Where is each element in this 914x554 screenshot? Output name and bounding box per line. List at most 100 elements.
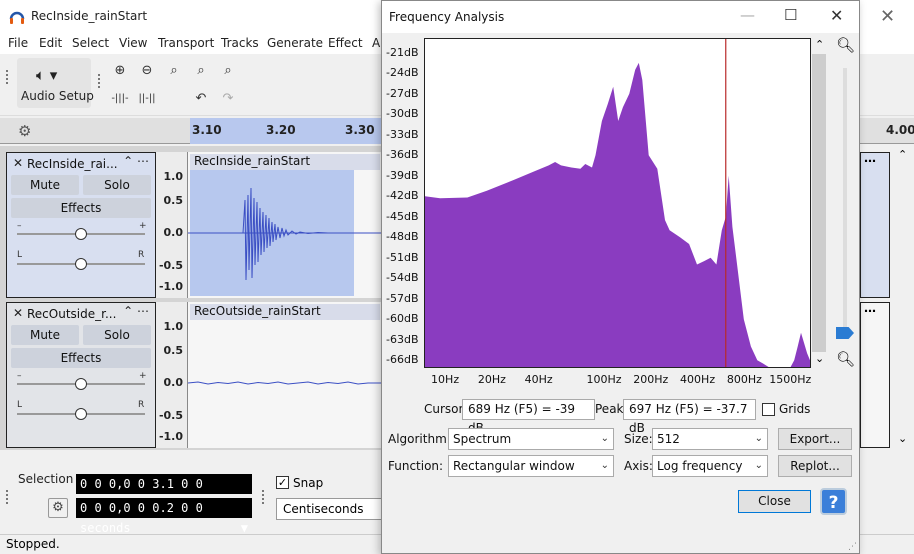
menu-tracks[interactable]: Tracks [221, 36, 259, 50]
timeline-settings-icon[interactable]: ⚙ [18, 122, 31, 140]
y-tick-label: -51dB [386, 250, 419, 264]
minimize-icon[interactable]: — [740, 6, 755, 24]
fit-project-icon[interactable]: ⌕ [190, 60, 212, 82]
x-tick-label: 200Hz [633, 373, 669, 386]
zoom-out-icon[interactable]: ⊖ [136, 60, 158, 82]
toolbar-grip[interactable] [262, 490, 266, 504]
track-menu-icon[interactable]: ⌃ ⋯ [123, 154, 149, 168]
clip-title[interactable]: RecInside_rainStart [190, 154, 380, 170]
zoom-in-icon[interactable]: 🔍︎ [836, 36, 855, 54]
snap-unit-select[interactable]: Centiseconds [276, 498, 382, 520]
track2-right-edge [860, 302, 890, 448]
trim-audio-icon[interactable]: -|||- [109, 88, 131, 110]
replot-button[interactable]: Replot... [778, 455, 852, 477]
y-tick-label: -63dB [386, 332, 419, 346]
effects-button[interactable]: Effects [11, 198, 151, 218]
toolbar-grip[interactable] [6, 490, 10, 504]
undo-icon[interactable]: ↶ [190, 88, 212, 110]
y-tick-label: -36dB [386, 148, 419, 162]
pan-left-label: L [17, 250, 23, 260]
axis-select[interactable]: Log frequency ⌄ [652, 455, 768, 477]
resize-grip-icon[interactable]: ⋰ [848, 542, 857, 552]
size-select[interactable]: 512 ⌄ [652, 428, 768, 450]
toolbar-grip[interactable] [98, 74, 102, 88]
fit-selection-icon[interactable]: ⌕ [163, 60, 185, 82]
menu-select[interactable]: Select [72, 36, 109, 50]
pan-slider-knob[interactable] [75, 408, 87, 420]
export-button[interactable]: Export... [778, 428, 852, 450]
scale-label: 1.0 [163, 320, 184, 333]
close-button[interactable]: Close [738, 490, 811, 513]
peak-value-field[interactable]: 697 Hz (F5) = -37.7 dB [623, 399, 756, 435]
selection-start-field[interactable]: 0 0 0,0 0 3.1 0 0 seconds▼ [76, 474, 252, 511]
scroll-down-icon[interactable]: ⌄ [815, 352, 824, 365]
gain-slider-knob[interactable] [75, 378, 87, 390]
track-close-icon[interactable]: ✕ [13, 306, 23, 320]
y-tick-label: -24dB [386, 66, 419, 80]
solo-button[interactable]: Solo [83, 325, 151, 345]
waveform [188, 187, 382, 281]
selection-length-field[interactable]: 0 0 0,0 0 0.2 0 0 seconds ▼ [76, 498, 252, 535]
status-text: Stopped. [6, 537, 60, 551]
track-menu-icon[interactable]: ⋯ [864, 304, 876, 318]
redo-icon[interactable]: ↷ [217, 88, 239, 110]
dialog-close-icon[interactable]: ✕ [830, 6, 843, 25]
effects-button[interactable]: Effects [11, 348, 151, 368]
plot-scrollbar[interactable]: ⌃ ⌄ [812, 38, 826, 368]
audacity-logo-icon [9, 11, 25, 24]
track-control-panel[interactable]: ✕ RecOutside_r... ⌃ ⋯ Mute Solo Effects … [6, 302, 156, 448]
menu-effect[interactable]: Effect [328, 36, 363, 50]
scale-label: 0.0 [163, 376, 184, 389]
scroll-up-icon[interactable]: ⌃ [815, 38, 824, 51]
snap-checkbox[interactable]: ✓ [276, 476, 289, 489]
pan-slider-knob[interactable] [75, 258, 87, 270]
y-tick-label: -39dB [386, 168, 419, 182]
menu-analyze[interactable]: A [372, 36, 380, 50]
scroll-up-icon[interactable]: ⌃ [898, 148, 907, 161]
zoom-out-icon[interactable]: 🔍︎ [836, 350, 855, 368]
scale-label: -1.0 [158, 280, 183, 293]
zoom-slider-track[interactable] [843, 68, 847, 332]
track-menu-icon[interactable]: ⋯ [864, 154, 876, 168]
solo-button[interactable]: Solo [83, 175, 151, 195]
track-name[interactable]: RecInside_rai... [27, 157, 118, 171]
x-tick-label: 400Hz [680, 373, 716, 386]
ruler-tick: 3.10 [192, 123, 222, 137]
scroll-down-icon[interactable]: ⌄ [898, 432, 907, 445]
y-tick-label: -33dB [386, 127, 419, 141]
zoom-toggle-icon[interactable]: ⌕ [217, 60, 239, 82]
menu-view[interactable]: View [119, 36, 147, 50]
x-tick-label: 40Hz [524, 373, 553, 386]
toolbar-grip[interactable] [6, 70, 10, 84]
algorithm-label: Algorithm: [388, 432, 451, 446]
window-title: RecInside_rainStart [31, 9, 148, 23]
menu-file[interactable]: File [8, 36, 28, 50]
menu-transport[interactable]: Transport [158, 36, 214, 50]
y-tick-label: -66dB [386, 353, 419, 367]
track-name[interactable]: RecOutside_r... [27, 307, 116, 321]
gain-slider-knob[interactable] [75, 228, 87, 240]
silence-audio-icon[interactable]: ||-|| [136, 88, 158, 110]
track-control-panel[interactable]: ✕ RecInside_rai... ⌃ ⋯ Mute Solo Effects… [6, 152, 156, 298]
v-scrollbar[interactable] [894, 150, 912, 450]
x-tick-label: 1500Hz [769, 373, 812, 386]
y-tick-label: -57dB [386, 291, 419, 305]
menu-edit[interactable]: Edit [39, 36, 62, 50]
function-select[interactable]: Rectangular window ⌄ [448, 455, 614, 477]
main-close-icon[interactable]: ✕ [880, 6, 895, 27]
help-button[interactable]: ? [820, 488, 847, 515]
maximize-icon[interactable]: ☐ [784, 6, 797, 24]
scroll-thumb[interactable] [812, 54, 826, 352]
menu-generate[interactable]: Generate [267, 36, 323, 50]
spectrum-area [425, 62, 810, 367]
algorithm-select[interactable]: Spectrum ⌄ [448, 428, 614, 450]
grids-checkbox[interactable] [762, 403, 775, 416]
track-menu-icon[interactable]: ⌃ ⋯ [123, 304, 149, 318]
zoom-in-icon[interactable]: ⊕ [109, 60, 131, 82]
track-close-icon[interactable]: ✕ [13, 156, 23, 170]
cursor-value-field[interactable]: 689 Hz (F5) = -39 dB [462, 399, 595, 435]
selection-settings-icon[interactable]: ⚙ [48, 498, 68, 518]
clip-title[interactable]: RecOutside_rainStart [190, 304, 380, 320]
mute-button[interactable]: Mute [11, 325, 79, 345]
mute-button[interactable]: Mute [11, 175, 79, 195]
